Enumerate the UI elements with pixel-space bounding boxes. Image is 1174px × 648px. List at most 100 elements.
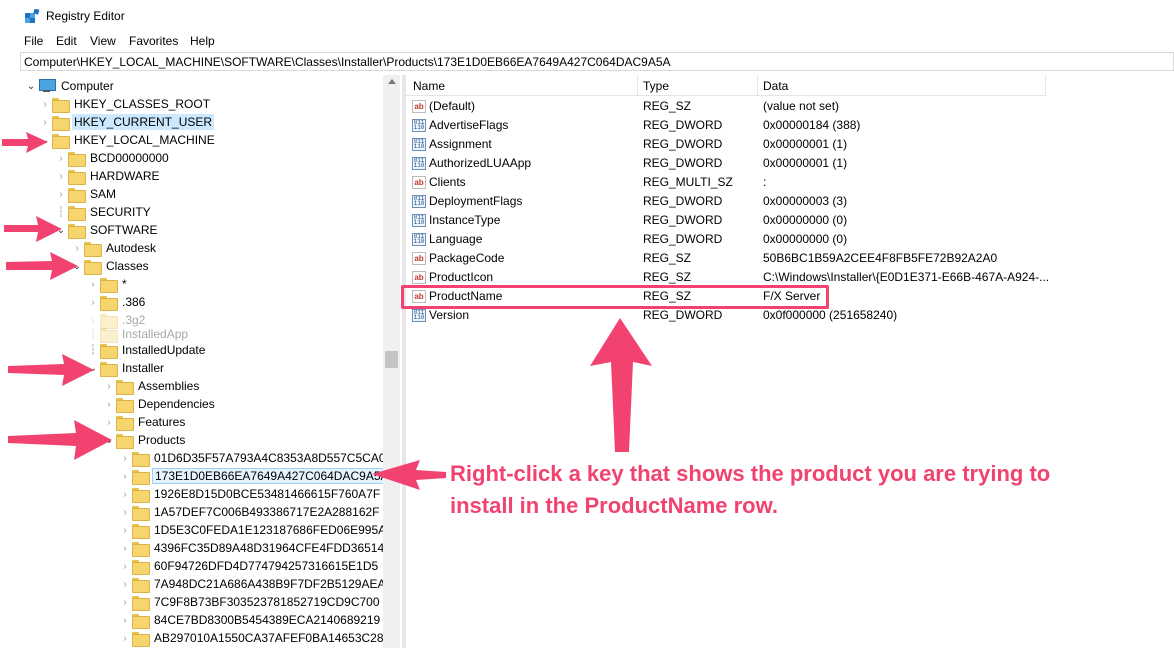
chevron-right-icon[interactable]: › xyxy=(86,293,100,311)
tree-item-hardware[interactable]: › HARDWARE xyxy=(54,167,162,185)
tree-item-product-key[interactable]: › AB297010A1550CA37AFEF0BA14653C28 xyxy=(118,629,383,647)
tree-label: HKEY_CURRENT_USER xyxy=(72,114,215,130)
tree-label: 1926E8D15D0BCE53481466615F760A7F xyxy=(154,487,381,501)
folder-icon xyxy=(116,433,134,449)
tree-label: Classes xyxy=(106,259,149,273)
chevron-right-icon[interactable]: › xyxy=(102,413,116,431)
tree-label: 60F94726DFD4D774794257316615E1D5 xyxy=(154,559,379,573)
chevron-right-icon[interactable]: › xyxy=(118,521,132,539)
chevron-down-icon[interactable]: ⌄ xyxy=(54,221,68,239)
folder-icon xyxy=(132,595,150,611)
chevron-down-icon[interactable]: ⌄ xyxy=(38,131,52,149)
tree-label: 84CE7BD8300B5454389ECA2140689219 xyxy=(154,613,381,627)
value-row-assignment[interactable]: 011 110 Assignment REG_DWORD 0x00000001 (1) xyxy=(406,135,1046,154)
tree-item-product-key[interactable]: › 1926E8D15D0BCE53481466615F760A7F xyxy=(118,485,382,503)
value-row-advertiseflags[interactable]: 011 110 AdvertiseFlags REG_DWORD 0x00000184… xyxy=(406,116,1046,135)
tree-item-products[interactable]: ⌄ Products xyxy=(102,431,187,449)
chevron-right-icon[interactable]: › xyxy=(118,557,132,575)
tree-item-classes[interactable]: ⌄ Classes xyxy=(70,257,151,275)
value-row-default[interactable]: ab (Default) REG_SZ (value not set) xyxy=(406,97,1046,116)
chevron-right-icon[interactable]: › xyxy=(118,503,132,521)
tree-item-autodesk[interactable]: › Autodesk xyxy=(70,239,158,257)
tree-item-security[interactable]: ┆ SECURITY xyxy=(54,203,153,221)
folder-icon xyxy=(116,415,134,431)
tree-item-product-key[interactable]: › 60F94726DFD4D774794257316615E1D5 xyxy=(118,557,380,575)
tree-item-features[interactable]: › Features xyxy=(102,413,187,431)
chevron-down-icon[interactable]: ⌄ xyxy=(102,431,116,449)
tree-item-star[interactable]: › * xyxy=(86,275,129,293)
value-row-language[interactable]: 011 110 Language REG_DWORD 0x00000000 (0) xyxy=(406,230,1046,249)
column-divider[interactable] xyxy=(757,75,758,96)
menu-file[interactable]: File xyxy=(24,34,43,48)
tree-label: HKEY_CLASSES_ROOT xyxy=(74,97,211,111)
menu-favorites[interactable]: Favorites xyxy=(129,34,178,48)
value-type: REG_DWORD xyxy=(643,118,723,132)
tree-item-product-key[interactable]: › 4396FC35D89A48D31964CFE4FDD36514 xyxy=(118,539,383,557)
chevron-down-icon[interactable]: ⌄ xyxy=(86,359,100,377)
tree-item-installedupdate[interactable]: ┆ InstalledUpdate xyxy=(86,341,207,359)
chevron-right-icon[interactable]: › xyxy=(54,185,68,203)
chevron-right-icon[interactable]: › xyxy=(118,467,132,485)
chevron-right-icon[interactable]: › xyxy=(118,539,132,557)
tree-item-sam[interactable]: › SAM xyxy=(54,185,118,203)
menu-edit[interactable]: Edit xyxy=(56,34,77,48)
tree-item-hklm[interactable]: ⌄ HKEY_LOCAL_MACHINE xyxy=(38,131,217,149)
tree-item-installer[interactable]: ⌄ Installer xyxy=(86,359,166,377)
tree-item-product-key[interactable]: › 84CE7BD8300B5454389ECA2140689219 xyxy=(118,611,382,629)
chevron-right-icon[interactable]: › xyxy=(118,485,132,503)
tree-item-dependencies[interactable]: › Dependencies xyxy=(102,395,217,413)
tree-item-386[interactable]: › .386 xyxy=(86,293,147,311)
value-row-packagecode[interactable]: ab PackageCode REG_SZ 50B6BC1B59A2CEE4F8FB5… xyxy=(406,249,1046,268)
value-row-deploymentflags[interactable]: 011 110 DeploymentFlags REG_DWORD 0x0000000… xyxy=(406,192,1046,211)
chevron-right-icon[interactable]: › xyxy=(54,149,68,167)
tree-item-product-key[interactable]: › 1D5E3C0FEDA1E123187686FED06E995A xyxy=(118,521,383,539)
chevron-down-icon[interactable]: ⌄ xyxy=(24,77,38,95)
tree-label: .386 xyxy=(122,295,146,309)
chevron-right-icon[interactable]: › xyxy=(118,611,132,629)
menu-help[interactable]: Help xyxy=(190,34,215,48)
tree-item-assemblies[interactable]: › Assemblies xyxy=(102,377,201,395)
chevron-right-icon[interactable]: › xyxy=(86,275,100,293)
address-bar[interactable]: Computer\HKEY_LOCAL_MACHINE\SOFTWARE\Cla… xyxy=(20,52,1174,71)
value-row-instancetype[interactable]: 011 110 InstanceType REG_DWORD 0x00000000 (… xyxy=(406,211,1046,230)
chevron-right-icon[interactable]: › xyxy=(54,167,68,185)
tree-item-product-key[interactable]: › 1A57DEF7C006B493386717E2A288162F xyxy=(118,503,382,521)
menu-view[interactable]: View xyxy=(90,34,116,48)
tree-item-product-key-selected[interactable]: › 173E1D0EB66EA7649A427C064DAC9A5A xyxy=(118,467,383,485)
tree-item-bcd[interactable]: › BCD00000000 xyxy=(54,149,171,167)
column-header-type[interactable]: Type xyxy=(643,79,669,93)
values-list[interactable]: Name Type Data ab (Default) REG_SZ (value n… xyxy=(406,75,1174,648)
chevron-right-icon[interactable]: › xyxy=(118,593,132,611)
tree-item-software[interactable]: ⌄ SOFTWARE xyxy=(54,221,160,239)
tree-item-product-key[interactable]: › 7C9F8B73BF303523781852719CD9C700 xyxy=(118,593,382,611)
tree-item-product-key[interactable]: › 7A948DC21A686A438B9F7DF2B5129AEA xyxy=(118,575,383,593)
scrollbar-thumb[interactable] xyxy=(385,351,398,368)
tree-item-computer[interactable]: ⌄ Computer xyxy=(24,77,116,95)
tree-item-product-key[interactable]: › 01D6D35F57A793A4C8353A8D557C5CA0 xyxy=(118,449,383,467)
tree-scrollbar[interactable] xyxy=(383,75,400,648)
tree-item-hkcu[interactable]: › HKEY_CURRENT_USER xyxy=(38,113,215,131)
column-header-data[interactable]: Data xyxy=(763,79,788,93)
value-row-authorizedluaapp[interactable]: 011 110 AuthorizedLUAApp REG_DWORD 0x000000… xyxy=(406,154,1046,173)
column-divider[interactable] xyxy=(637,75,638,96)
tree-item-hkcr[interactable]: › HKEY_CLASSES_ROOT xyxy=(38,95,212,113)
registry-editor-icon xyxy=(25,9,40,23)
chevron-right-icon[interactable]: › xyxy=(38,95,52,113)
chevron-right-icon[interactable]: › xyxy=(118,629,132,647)
column-header-name[interactable]: Name xyxy=(413,79,445,93)
chevron-down-icon[interactable]: ⌄ xyxy=(70,257,84,275)
chevron-right-icon[interactable]: › xyxy=(102,395,116,413)
scroll-up-icon[interactable] xyxy=(388,79,396,84)
chevron-right-icon[interactable]: › xyxy=(118,575,132,593)
menu-bar: File Edit View Favorites Help xyxy=(0,31,1174,51)
column-divider[interactable] xyxy=(1045,75,1046,96)
chevron-right-icon[interactable]: › xyxy=(38,113,52,131)
chevron-right-icon[interactable]: › xyxy=(102,377,116,395)
folder-icon xyxy=(100,343,118,359)
key-tree[interactable]: ⌄ Computer › HKEY_CLASSES_ROOT › HKEY_CU… xyxy=(20,75,383,648)
value-row-clients[interactable]: ab Clients REG_MULTI_SZ: xyxy=(406,173,1046,192)
folder-icon xyxy=(100,277,118,293)
chevron-right-icon[interactable]: › xyxy=(70,239,84,257)
chevron-right-icon[interactable]: › xyxy=(118,449,132,467)
folder-icon xyxy=(84,241,102,257)
